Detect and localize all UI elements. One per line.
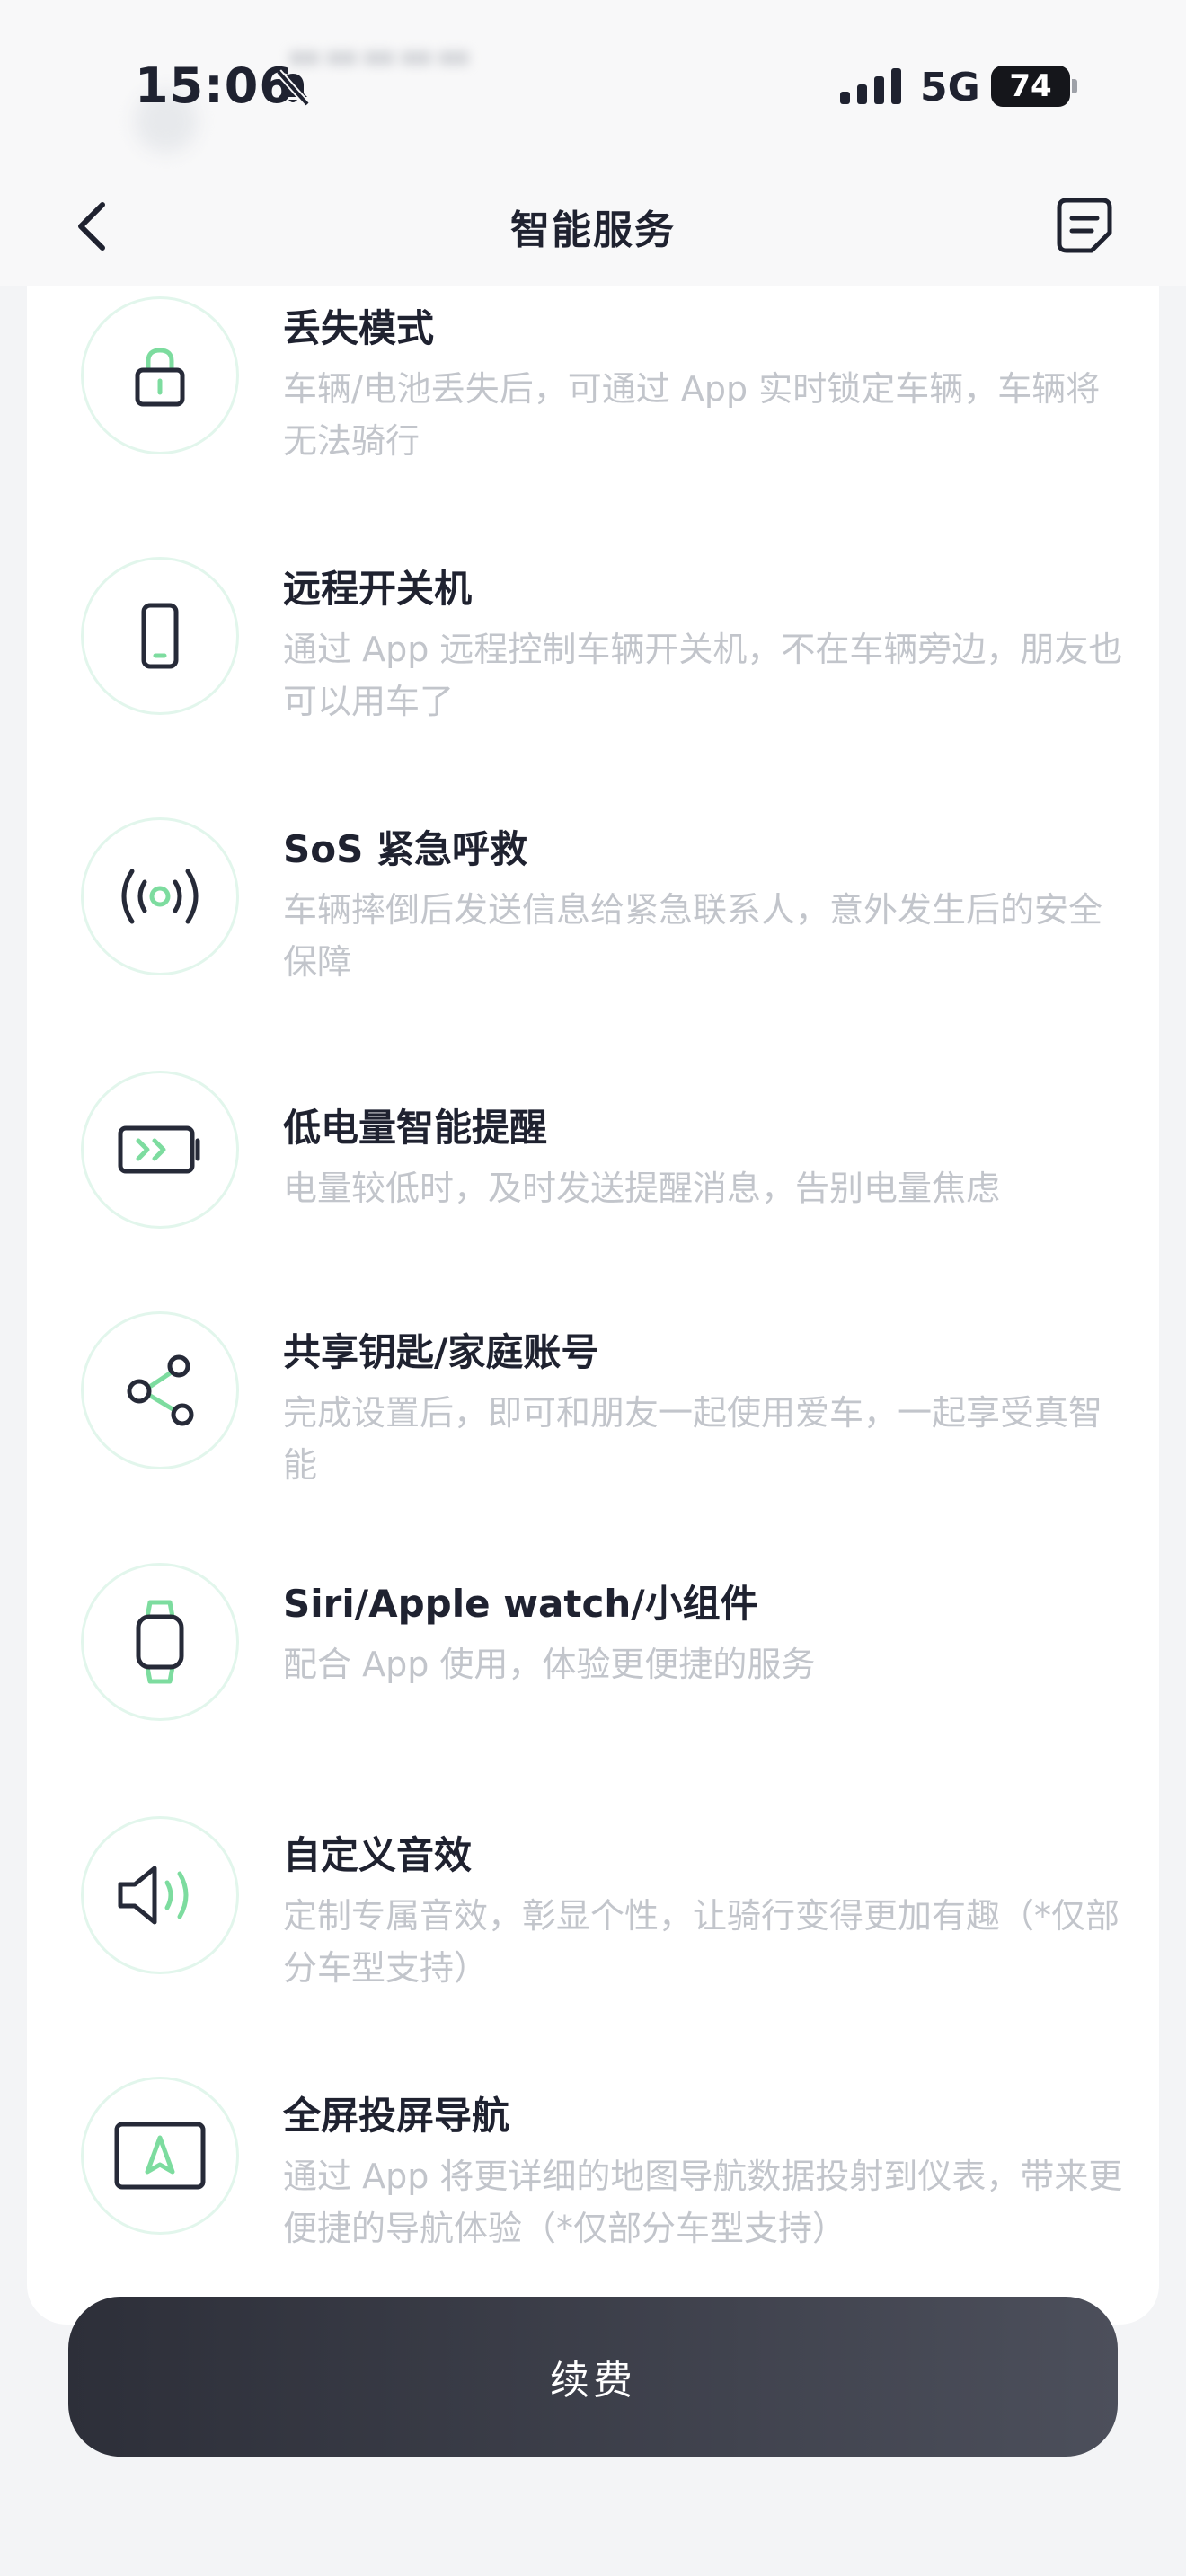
battery-level: 74 [991,66,1070,107]
service-desc: 车辆/电池丢失后，可通过 App 实时锁定车辆，车辆将无法骑行 [283,369,1101,461]
battery-icon [118,1125,200,1174]
icon-circle [81,817,239,975]
broadcast-icon [121,869,199,924]
service-title: SoS 紧急呼救 [283,827,527,871]
icon-circle [81,1816,239,1974]
page-title: 智能服务 [510,207,676,253]
icon-circle [81,1563,239,1721]
service-desc: 通过 App 远程控制车辆开关机，不在车辆旁边，朋友也可以用车了 [283,630,1123,721]
icon-circle [81,1071,239,1229]
service-desc: 通过 App 将更详细的地图导航数据投射到仪表，带来更便捷的导航体验（*仅部分车… [283,2157,1123,2248]
icon-circle [81,296,239,454]
top-header: ▬▬▬▬▬ 15:06 5G 74 智能服务 [0,0,1186,286]
icon-circle [81,1311,239,1469]
service-desc: 定制专属音效，彰显个性，让骑行变得更加有趣（*仅部分车型支持） [283,1896,1120,1988]
notes-button[interactable] [1056,197,1113,254]
service-desc: 完成设置后，即可和朋友一起使用爱车，一起享受真智能 [283,1393,1103,1485]
status-time: 15:06 [135,57,294,114]
service-title: 自定义音效 [283,1833,473,1877]
service-title: Siri/Apple watch/小组件 [283,1582,758,1626]
navigation-icon [114,2122,206,2190]
background-blur-text: ▬▬▬▬▬ [286,32,473,78]
cellular-signal-icon [840,68,903,104]
share-icon [127,1354,194,1426]
icon-circle [81,557,239,715]
phone-icon [141,603,179,669]
service-desc: 电量较低时，及时发送提醒消息，告别电量焦虑 [283,1169,1001,1208]
network-type: 5G [920,65,980,110]
service-title: 丢失模式 [283,306,435,350]
battery-tip [1072,79,1077,93]
service-title: 全屏投屏导航 [283,2094,510,2138]
lock-icon [135,348,185,407]
watch-icon [136,1600,184,1684]
icon-circle [81,2077,239,2235]
speaker-icon [118,1866,189,1925]
services-card: 丢失模式 车辆/电池丢失后，可通过 App 实时锁定车辆，车辆将无法骑行 远程开… [27,286,1159,2325]
bell-muted-icon [273,68,313,108]
service-title: 共享钥匙/家庭账号 [283,1330,599,1374]
service-desc: 配合 App 使用，体验更便捷的服务 [283,1645,816,1684]
service-title: 低电量智能提醒 [283,1106,548,1150]
renew-button[interactable]: 续费 [68,2297,1118,2457]
service-title: 远程开关机 [283,567,473,611]
notes-icon [1057,198,1112,253]
service-desc: 车辆摔倒后发送信息给紧急联系人，意外发生后的安全保障 [283,890,1103,982]
